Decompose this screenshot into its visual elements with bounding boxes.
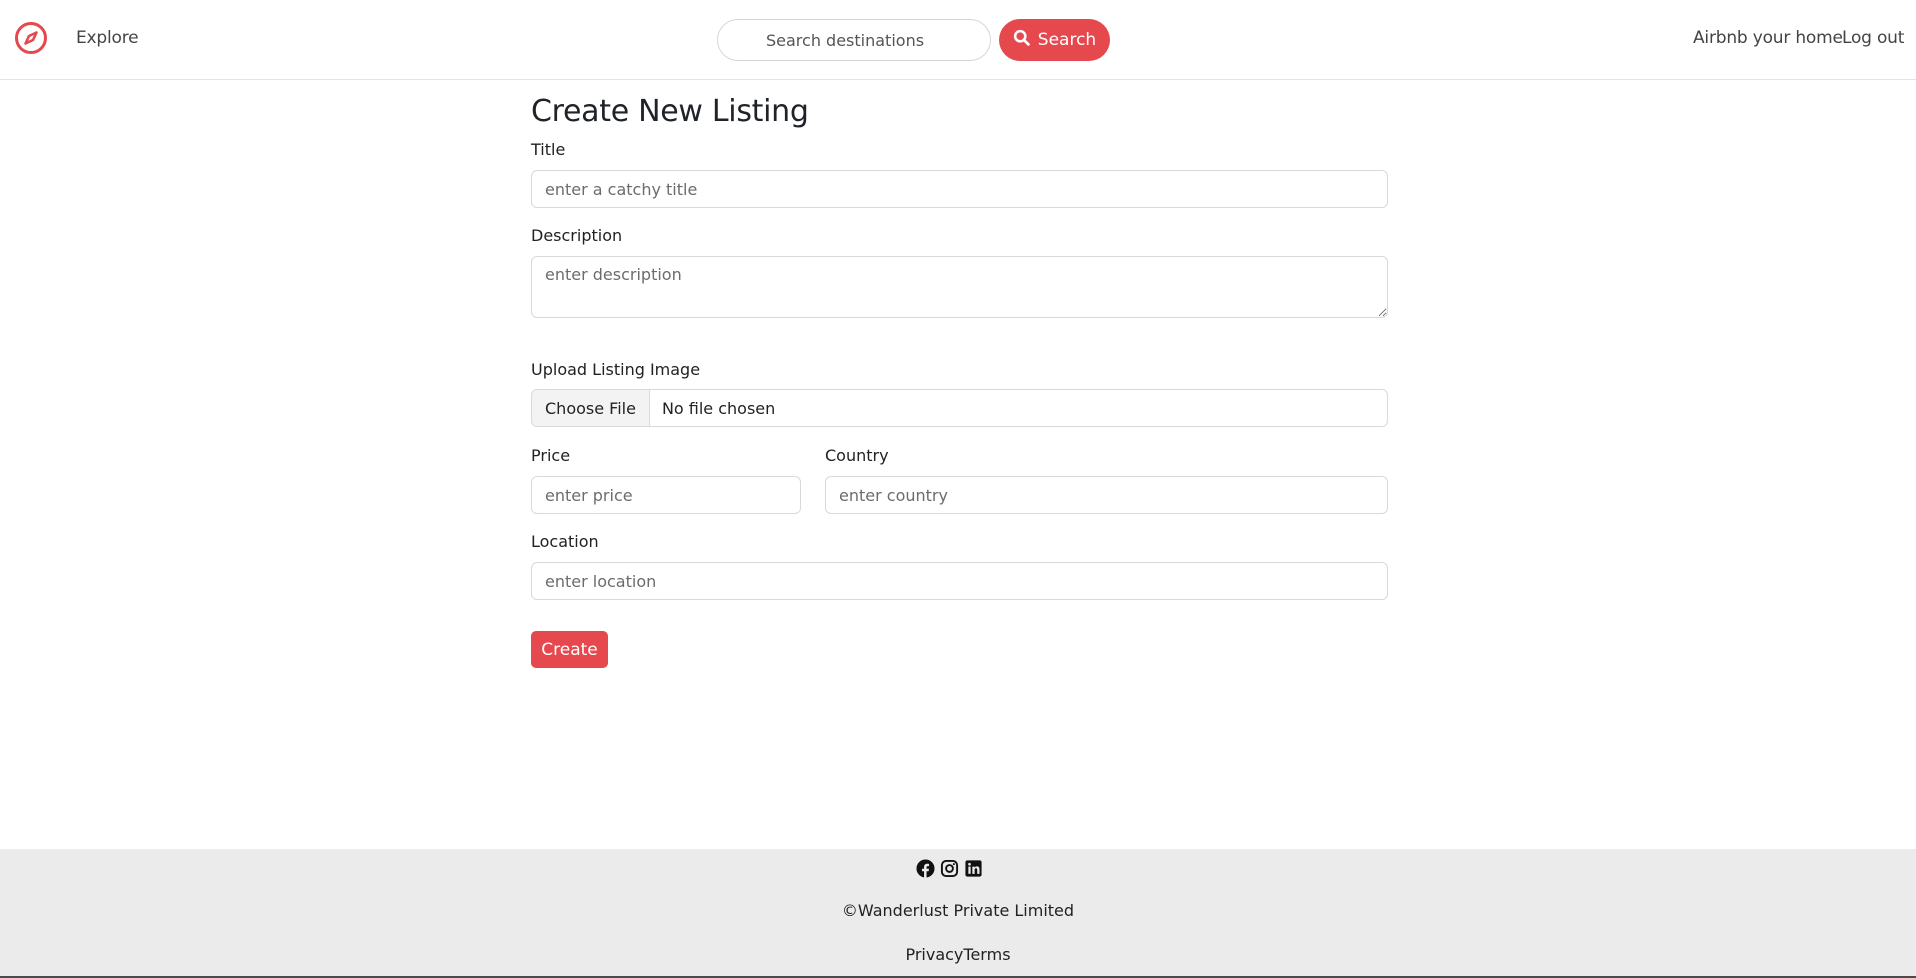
price-input[interactable] xyxy=(531,476,801,514)
file-status-text: No file chosen xyxy=(661,398,776,418)
facebook-icon[interactable] xyxy=(916,859,935,878)
location-input[interactable] xyxy=(531,562,1388,600)
search-button[interactable]: Search xyxy=(999,19,1110,61)
search-button-label: Search xyxy=(1037,30,1097,50)
compass-icon[interactable] xyxy=(14,21,48,55)
page-title: Create New Listing xyxy=(531,94,809,129)
linkedin-icon[interactable] xyxy=(964,859,983,878)
country-input[interactable] xyxy=(825,476,1388,514)
search-input[interactable] xyxy=(717,19,991,61)
choose-file-button[interactable]: Choose File xyxy=(532,390,650,426)
location-label: Location xyxy=(531,532,599,551)
nav-explore-link[interactable]: Explore xyxy=(76,28,139,48)
footer: ©Wanderlust Private Limited PrivacyTerms xyxy=(0,849,1916,978)
country-label: Country xyxy=(825,446,889,465)
instagram-icon[interactable] xyxy=(940,859,959,878)
navbar: Explore Search Airbnb your home Log out xyxy=(0,0,1916,80)
create-button[interactable]: Create xyxy=(531,631,608,668)
nav-host-link[interactable]: Airbnb your home xyxy=(1693,28,1843,48)
title-input[interactable] xyxy=(531,170,1388,208)
price-label: Price xyxy=(531,446,571,465)
privacy-link[interactable]: Privacy xyxy=(905,945,963,964)
social-links xyxy=(916,859,983,878)
title-label: Title xyxy=(531,140,566,159)
image-upload-label: Upload Listing Image xyxy=(531,360,701,379)
footer-links: PrivacyTerms xyxy=(0,945,1916,964)
image-file-input[interactable]: Choose File No file chosen xyxy=(531,389,1388,427)
nav-logout-link[interactable]: Log out xyxy=(1842,28,1904,48)
copyright-text: ©Wanderlust Private Limited xyxy=(841,901,1075,920)
description-textarea[interactable] xyxy=(531,256,1388,318)
description-label: Description xyxy=(531,226,623,245)
terms-link[interactable]: Terms xyxy=(963,945,1010,964)
search-icon xyxy=(1013,29,1030,51)
